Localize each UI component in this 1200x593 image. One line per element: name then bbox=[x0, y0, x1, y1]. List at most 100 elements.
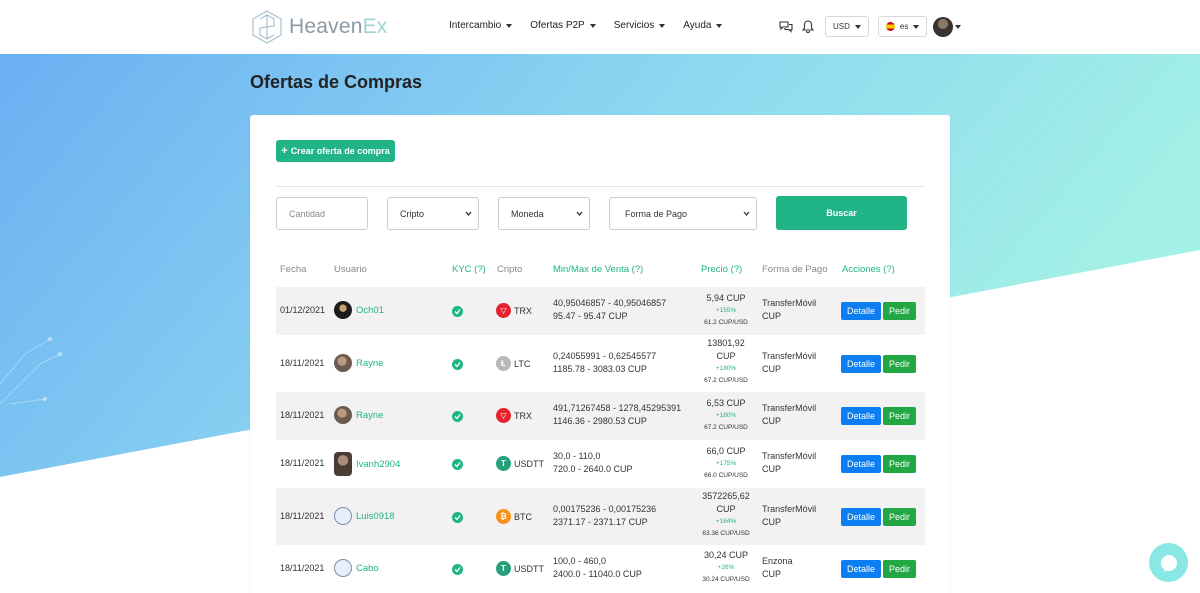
order-button[interactable]: Pedir bbox=[883, 355, 916, 373]
ltc-icon: Ł bbox=[496, 356, 511, 371]
chat-icon[interactable] bbox=[778, 19, 794, 35]
page-title: Ofertas de Compras bbox=[250, 72, 423, 92]
order-button[interactable]: Pedir bbox=[883, 560, 916, 578]
currency-filter-select[interactable]: Moneda bbox=[498, 197, 590, 230]
chevron-down-icon bbox=[465, 211, 472, 217]
chevron-down-icon bbox=[576, 211, 583, 217]
chevron-down-icon bbox=[716, 23, 723, 28]
logo-icon bbox=[252, 10, 282, 44]
kyc-verified-icon bbox=[452, 411, 463, 422]
detail-button[interactable]: Detalle bbox=[841, 508, 881, 526]
kyc-verified-icon bbox=[452, 564, 463, 575]
create-offer-button[interactable]: + Crear oferta de compra bbox=[276, 140, 395, 162]
language-select[interactable]: es bbox=[877, 16, 928, 37]
table-row: 18/11/2021 Rayne ▽ TRX 491,71267458 - 127… bbox=[276, 392, 925, 440]
currency-select[interactable]: USD bbox=[825, 16, 869, 37]
quantity-input[interactable]: Cantidad bbox=[276, 197, 368, 230]
row-user[interactable]: Luis0918 bbox=[334, 507, 395, 525]
table-row: 18/11/2021 Luis0918 ₿ BTC 0,00175236 - 0,… bbox=[276, 488, 925, 545]
chevron-down-icon bbox=[659, 23, 666, 28]
trx-icon: ▽ bbox=[496, 303, 511, 318]
row-payment: Enzona CUP bbox=[762, 556, 793, 579]
brand-logo[interactable]: HeavenEx bbox=[250, 9, 388, 45]
row-price: 66,0 CUP +175% 66.0 CUP/USD bbox=[704, 446, 748, 479]
row-range: 30,0 - 110,0 720.0 - 2640.0 CUP bbox=[553, 451, 633, 474]
row-user[interactable]: Rayne bbox=[334, 406, 383, 424]
detail-button[interactable]: Detalle bbox=[841, 407, 881, 425]
row-actions: Detalle Pedir bbox=[841, 455, 916, 473]
order-button[interactable]: Pedir bbox=[883, 407, 916, 425]
tether-icon: T bbox=[496, 456, 511, 471]
row-actions: Detalle Pedir bbox=[841, 355, 916, 373]
row-payment: TransferMóvil CUP bbox=[762, 351, 817, 374]
row-actions: Detalle Pedir bbox=[841, 302, 916, 320]
row-user[interactable]: Och01 bbox=[334, 301, 384, 319]
chevron-down-icon bbox=[589, 23, 596, 28]
row-actions: Detalle Pedir bbox=[841, 560, 916, 578]
header-forma-pago: Forma de Pago bbox=[762, 264, 828, 275]
order-button[interactable]: Pedir bbox=[883, 302, 916, 320]
order-button[interactable]: Pedir bbox=[883, 455, 916, 473]
row-user[interactable]: Ivanh2904 bbox=[334, 452, 400, 476]
chevron-down-icon bbox=[854, 24, 861, 29]
row-payment: TransferMóvil CUP bbox=[762, 403, 817, 426]
search-button[interactable]: Buscar bbox=[776, 196, 907, 230]
divider bbox=[276, 186, 925, 187]
chevron-down-icon bbox=[913, 24, 920, 29]
plus-icon: + bbox=[281, 145, 288, 157]
avatar bbox=[933, 16, 954, 37]
header-precio[interactable]: Precio (?) bbox=[701, 264, 742, 275]
row-price: 3572265,62 CUP +164% 63.36 CUP/USD bbox=[702, 491, 750, 537]
header-kyc[interactable]: KYC (?) bbox=[452, 264, 486, 275]
header-cripto: Cripto bbox=[497, 264, 523, 275]
bitcoin-icon: ₿ bbox=[496, 509, 511, 524]
detail-button[interactable]: Detalle bbox=[841, 302, 881, 320]
menu-ofertas-p2p[interactable]: Ofertas P2P bbox=[530, 20, 596, 31]
offers-card: + Crear oferta de compra Cantidad Cripto … bbox=[250, 115, 950, 593]
avatar bbox=[334, 452, 352, 476]
row-date: 18/11/2021 bbox=[280, 458, 325, 468]
row-range: 0,24055991 - 0,62545577 1185.78 - 3083.03… bbox=[553, 351, 657, 374]
order-button[interactable]: Pedir bbox=[883, 508, 916, 526]
avatar bbox=[334, 559, 352, 577]
payment-method-select[interactable]: Forma de Pago bbox=[609, 197, 757, 230]
row-date: 18/11/2021 bbox=[280, 511, 325, 521]
detail-button[interactable]: Detalle bbox=[841, 560, 881, 578]
table-row: 18/11/2021 Cabo T USDTT 100,0 - 460,0 2400… bbox=[276, 545, 925, 593]
chevron-down-icon bbox=[955, 24, 962, 29]
menu-ayuda[interactable]: Ayuda bbox=[683, 20, 723, 31]
main-menu: Intercambio Ofertas P2P Servicios Ayuda bbox=[449, 20, 723, 31]
trx-icon: ▽ bbox=[496, 408, 511, 423]
kyc-verified-icon bbox=[452, 359, 463, 370]
nav-right-tools: USD es bbox=[778, 16, 962, 37]
row-user[interactable]: Rayne bbox=[334, 354, 383, 372]
menu-servicios[interactable]: Servicios bbox=[614, 20, 666, 31]
detail-button[interactable]: Detalle bbox=[841, 355, 881, 373]
menu-intercambio[interactable]: Intercambio bbox=[449, 20, 513, 31]
row-date: 18/11/2021 bbox=[280, 358, 325, 368]
row-range: 100,0 - 460,0 2400.0 - 11040.0 CUP bbox=[553, 556, 642, 579]
header-minmax[interactable]: Min/Max de Venta (?) bbox=[553, 264, 643, 275]
header-usuario: Usuario bbox=[334, 264, 367, 275]
user-menu[interactable] bbox=[933, 16, 962, 37]
detail-button[interactable]: Detalle bbox=[841, 455, 881, 473]
row-payment: TransferMóvil CUP bbox=[762, 451, 817, 474]
row-date: 18/11/2021 bbox=[280, 563, 325, 573]
kyc-verified-icon bbox=[452, 459, 463, 470]
header-acciones[interactable]: Acciones (?) bbox=[842, 264, 895, 275]
avatar bbox=[334, 354, 352, 372]
table-row: 18/11/2021 Ivanh2904 T USDTT 30,0 - 110,0… bbox=[276, 440, 925, 488]
row-payment: TransferMóvil CUP bbox=[762, 504, 817, 527]
avatar bbox=[334, 301, 352, 319]
crypto-select[interactable]: Cripto bbox=[387, 197, 479, 230]
bell-icon[interactable] bbox=[800, 19, 816, 35]
table-row: 01/12/2021 Och01 ▽ TRX 40,95046857 - 40,9… bbox=[276, 287, 925, 335]
row-user[interactable]: Cabo bbox=[334, 559, 379, 577]
row-coin: T USDTT bbox=[496, 456, 544, 471]
row-price: 6,53 CUP +180% 67.2 CUP/USD bbox=[704, 398, 748, 431]
support-chat-icon[interactable] bbox=[1149, 543, 1188, 582]
row-range: 491,71267458 - 1278,45295391 1146.36 - 29… bbox=[553, 403, 682, 426]
row-coin: T USDTT bbox=[496, 561, 544, 576]
row-price: 13801,92 CUP +180% 67.2 CUP/USD bbox=[704, 338, 748, 384]
chevron-down-icon bbox=[743, 211, 750, 217]
